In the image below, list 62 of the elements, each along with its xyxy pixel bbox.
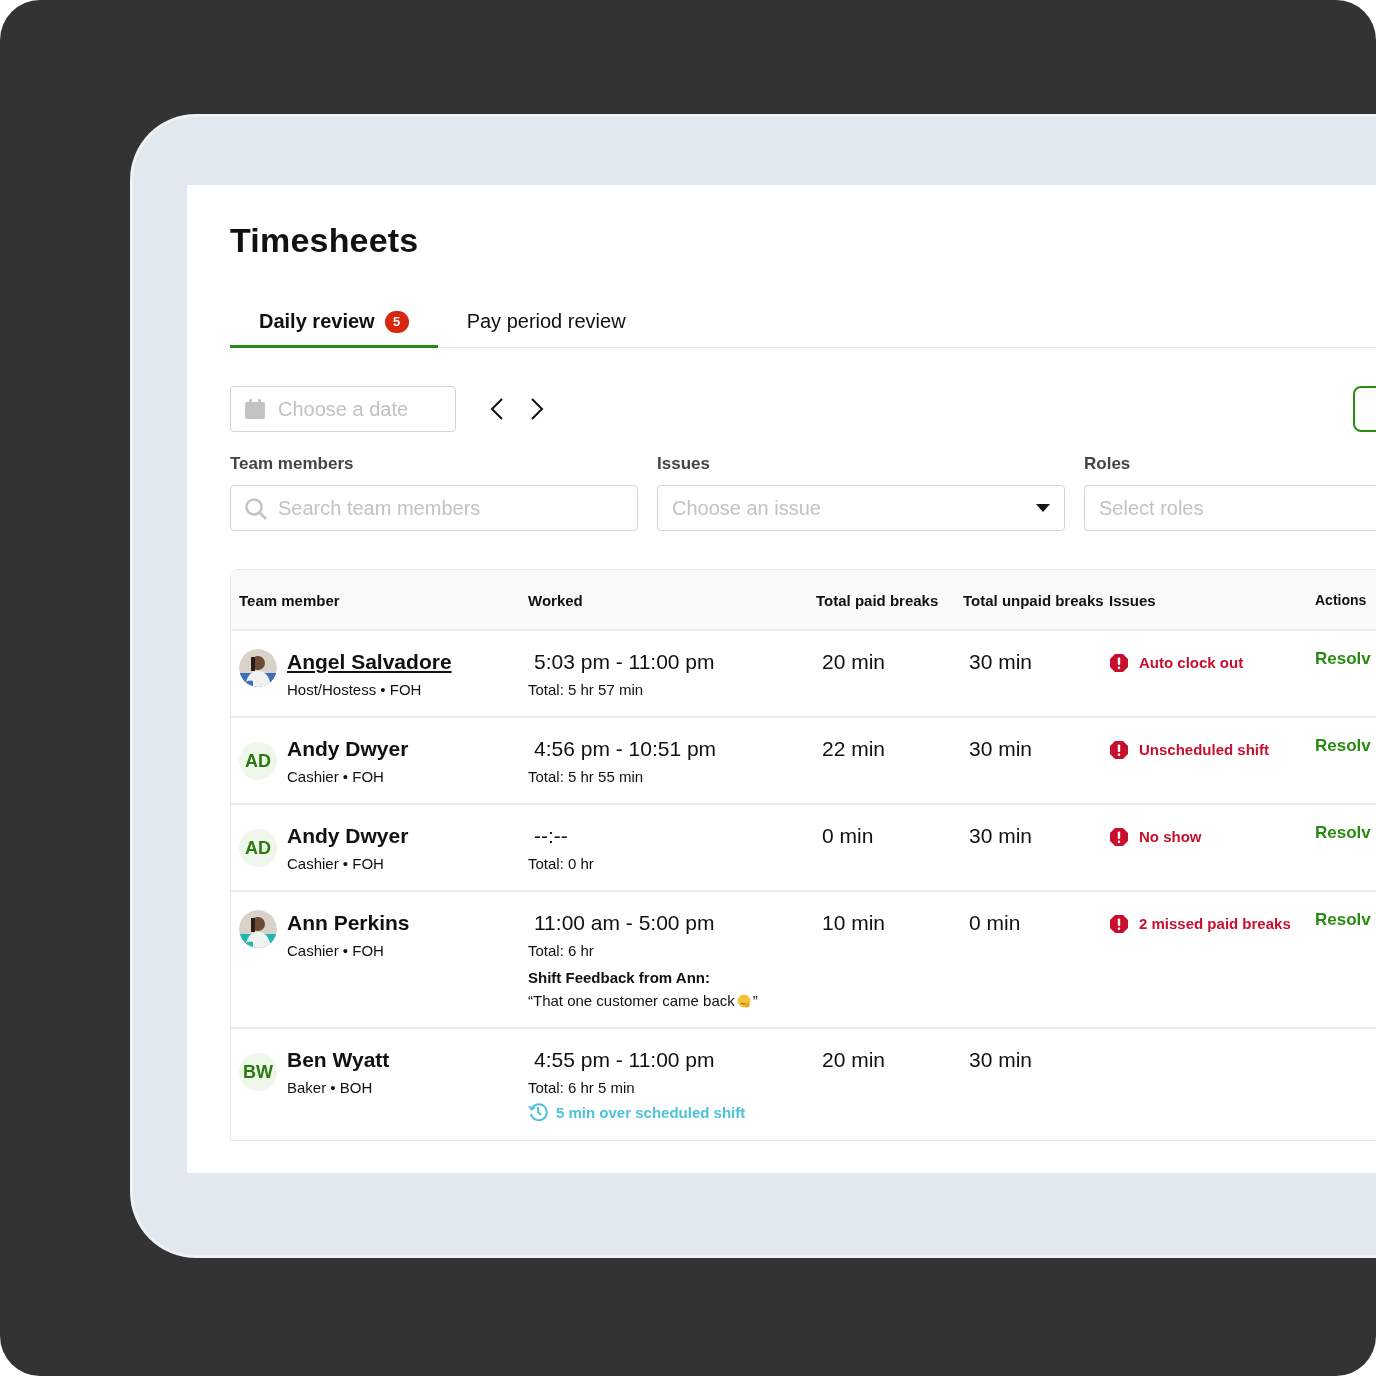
quote-mark: ” xyxy=(752,992,758,1009)
resolve-link[interactable]: Resolv xyxy=(1315,649,1371,668)
filter-label: Issues xyxy=(657,454,711,474)
total-text: Total: 5 hr 55 min xyxy=(528,768,645,785)
worked-time: 4:56 pm - 10:51 pm xyxy=(533,736,718,762)
total-text: Total: 6 hr xyxy=(528,942,595,959)
column-header: Total paid breaks xyxy=(816,592,940,609)
worked-time: --:-- xyxy=(533,823,569,849)
avatar: AD xyxy=(239,742,277,780)
tab[interactable]: Daily review 5 xyxy=(230,310,438,348)
column-header: Worked xyxy=(528,592,584,609)
paid-breaks: 20 min xyxy=(821,1047,886,1073)
filter-label: Roles xyxy=(1084,454,1132,474)
unpaid-breaks: 30 min xyxy=(968,736,1033,762)
issue-text: Auto clock out xyxy=(1139,653,1244,673)
dropdown-field[interactable]: Choose an issue xyxy=(657,485,1065,531)
total-text: Total: 5 hr 57 min xyxy=(528,681,645,698)
member-name: Ben Wyatt xyxy=(287,1047,390,1073)
total-text: Total: 6 hr 5 min xyxy=(528,1079,636,1096)
worked-time: 4:55 pm - 11:00 pm xyxy=(533,1047,716,1073)
paid-breaks: 0 min xyxy=(821,823,874,849)
paid-breaks: 22 min xyxy=(821,736,886,762)
paid-breaks: 20 min xyxy=(821,649,886,675)
member-name: Ann Perkins xyxy=(287,910,410,936)
date-field[interactable]: Choose a date xyxy=(230,386,456,432)
role-text: Cashier • FOH xyxy=(287,768,385,785)
worked-time: 11:00 am - 5:00 pm xyxy=(533,910,716,936)
resolve-link[interactable]: Resolv xyxy=(1315,823,1371,842)
issue-text: Unscheduled shift xyxy=(1139,740,1269,760)
filter-label: Team members xyxy=(230,454,355,474)
role-text: Host/Hostess • FOH xyxy=(287,681,423,698)
resolve-link[interactable]: Resolv xyxy=(1315,910,1371,929)
avatar: AD xyxy=(239,829,277,867)
role-text: Cashier • FOH xyxy=(287,855,385,872)
count-badge: 5 xyxy=(384,310,409,333)
role-text: Cashier • FOH xyxy=(287,942,385,959)
unpaid-breaks: 0 min xyxy=(968,910,1021,936)
member-name: Andy Dwyer xyxy=(287,823,409,849)
feedback-quote: “That one customer came back xyxy=(528,992,735,1009)
over-shift-note: 5 min over scheduled shift xyxy=(556,1103,746,1121)
issue-text: No show xyxy=(1139,827,1202,847)
member-name: Andy Dwyer xyxy=(287,736,409,762)
unpaid-breaks: 30 min xyxy=(968,1047,1033,1073)
column-header: Total unpaid breaks xyxy=(963,592,1105,609)
avatar: BW xyxy=(239,1053,277,1091)
unpaid-breaks: 30 min xyxy=(968,649,1033,675)
feedback-heading: Shift Feedback from Ann: xyxy=(528,969,711,986)
column-header: Team member xyxy=(239,592,341,609)
page-title: Timesheets xyxy=(230,221,420,260)
column-header: Actions xyxy=(1315,592,1368,609)
column-header: Issues xyxy=(1109,592,1157,609)
search-field[interactable]: Search team members xyxy=(230,485,638,531)
tab[interactable]: Pay period review xyxy=(437,310,655,348)
unpaid-breaks: 30 min xyxy=(968,823,1033,849)
total-text: Total: 0 hr xyxy=(528,855,595,872)
resolve-link[interactable]: Resolv xyxy=(1315,736,1371,755)
name-link[interactable]: Angel Salvadore xyxy=(287,649,452,675)
select-field[interactable]: Select roles xyxy=(1084,485,1376,531)
paid-breaks: 10 min xyxy=(821,910,886,936)
worked-time: 5:03 pm - 11:00 pm xyxy=(533,649,716,675)
role-text: Baker • BOH xyxy=(287,1079,374,1096)
issue-text: 2 missed paid breaks xyxy=(1139,914,1291,934)
